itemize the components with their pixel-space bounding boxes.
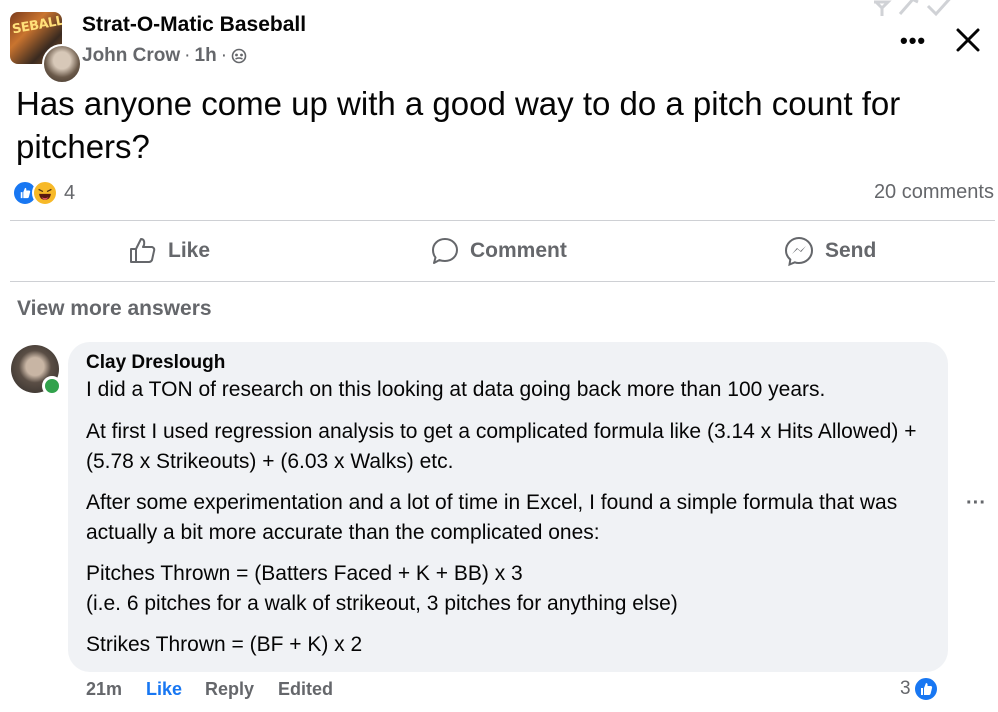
- author-avatar[interactable]: [42, 44, 82, 84]
- close-icon[interactable]: [952, 24, 984, 56]
- more-options-button[interactable]: •••: [900, 28, 930, 53]
- comment-formula-strikes: Strikes Thrown = (BF + K) x 2: [86, 633, 363, 656]
- comment-like-button[interactable]: Like: [146, 679, 182, 700]
- messenger-icon: [784, 236, 814, 267]
- like-reaction-icon: [912, 676, 939, 702]
- reaction-count: 4: [64, 181, 76, 204]
- online-status-indicator: [42, 376, 62, 396]
- comment-paragraph: At first I used regression analysis to g…: [86, 420, 917, 473]
- send-button[interactable]: Send: [783, 232, 876, 270]
- divider-bottom: [10, 281, 995, 282]
- comment-edited-label[interactable]: Edited: [278, 679, 333, 700]
- group-avatar[interactable]: SEBALL: [10, 12, 82, 84]
- comment-formula-pitches: Pitches Thrown = (Batters Faced + K + BB…: [86, 562, 523, 585]
- comment-icon: [432, 238, 458, 264]
- like-icon: [130, 238, 156, 263]
- post-author[interactable]: John Crow: [82, 45, 180, 67]
- view-more-answers-link[interactable]: View more answers: [17, 297, 212, 321]
- comment-reaction-count: 3: [900, 678, 911, 699]
- comment-reply-button[interactable]: Reply: [205, 679, 254, 700]
- comment-reactions[interactable]: 3: [900, 676, 939, 702]
- comment-formula-note: (i.e. 6 pitches for a walk of strikeout,…: [86, 592, 678, 615]
- meta-separator-2: ·: [220, 45, 228, 66]
- post-meta: John Crow · 1h ·: [82, 45, 247, 67]
- meta-separator: ·: [184, 45, 191, 66]
- comment-paragraph: After some experimentation and a lot of …: [86, 491, 898, 544]
- reaction-summary[interactable]: 4: [12, 178, 75, 208]
- comment-options-button[interactable]: ···: [966, 492, 986, 515]
- divider-top: [10, 220, 995, 221]
- like-button[interactable]: Like: [128, 232, 210, 270]
- group-name[interactable]: Strat-O-Matic Baseball: [82, 13, 306, 37]
- comment-paragraph: I did a TON of research on this looking …: [86, 378, 826, 401]
- comment-label: Comment: [470, 239, 567, 262]
- haha-reaction-icon: [32, 180, 58, 206]
- post-time[interactable]: 1h: [195, 45, 217, 67]
- comment-time[interactable]: 21m: [86, 679, 122, 700]
- send-label: Send: [825, 239, 877, 262]
- comment-author[interactable]: Clay Dreslough: [86, 352, 225, 374]
- comments-count[interactable]: 20 comments: [874, 181, 994, 204]
- toolbar-fragment-icon: [874, 0, 951, 17]
- like-label: Like: [168, 239, 211, 262]
- comment-button[interactable]: Comment: [430, 232, 567, 270]
- group-avatar-text: SEBALL: [11, 13, 62, 38]
- post-question: Has anyone come up with a good way to do…: [16, 85, 901, 165]
- group-privacy-icon: [231, 48, 247, 64]
